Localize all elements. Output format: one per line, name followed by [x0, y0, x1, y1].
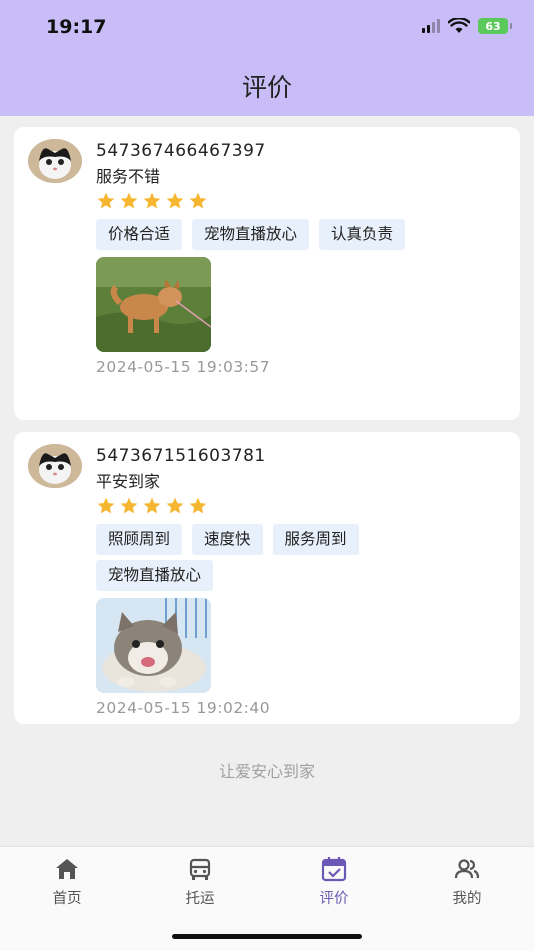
review-photo[interactable] — [96, 257, 211, 352]
car-icon — [189, 858, 211, 880]
tab-shipping[interactable]: 托运 — [160, 855, 240, 908]
review-tag: 速度快 — [192, 524, 263, 555]
review-photo[interactable] — [96, 598, 211, 693]
tab-home[interactable]: 首页 — [27, 855, 107, 908]
review-time: 2024-05-15 19:02:40 — [96, 699, 271, 717]
status-icons: 63 — [422, 18, 512, 34]
tab-reviews[interactable]: 评价 — [294, 855, 374, 908]
tab-label: 我的 — [452, 891, 482, 907]
tab-label: 评价 — [319, 891, 349, 907]
review-comment: 平安到家 — [96, 472, 161, 491]
signal-icon — [422, 19, 440, 33]
review-tag: 服务周到 — [272, 524, 359, 555]
review-tag: 认真负责 — [319, 219, 406, 250]
dog-photo — [96, 257, 211, 352]
tab-label: 首页 — [52, 891, 82, 907]
star-icon — [97, 497, 115, 514]
star-icon — [143, 497, 161, 514]
review-tag: 宠物直播放心 — [96, 560, 214, 591]
review-list: 547367466467397 服务不错 价格合适 宠物直播放心 认真负责 20… — [14, 127, 520, 736]
tag-list: 价格合适 宠物直播放心 认真负责 — [96, 219, 426, 255]
user-id: 547367151603781 — [96, 446, 266, 466]
home-indicator — [172, 934, 362, 939]
users-icon — [454, 859, 480, 879]
star-icon — [97, 192, 115, 209]
page-title: 评价 — [241, 73, 292, 102]
header: 19:17 63 评价 — [0, 0, 534, 116]
tag-list: 照顾周到 速度快 服务周到 宠物直播放心 — [96, 524, 426, 596]
star-icon — [189, 497, 207, 514]
star-icon — [166, 497, 184, 514]
review-comment: 服务不错 — [96, 167, 161, 186]
review-card: 547367466467397 服务不错 价格合适 宠物直播放心 认真负责 20… — [14, 127, 520, 420]
star-icon — [166, 192, 184, 209]
star-rating — [96, 496, 508, 518]
star-icon — [120, 192, 138, 209]
review-time: 2024-05-15 19:03:57 — [96, 358, 271, 376]
review-tag: 照顾周到 — [96, 524, 183, 555]
calendar-check-icon — [321, 857, 347, 882]
star-icon — [189, 192, 207, 209]
battery-level: 63 — [485, 19, 501, 33]
tab-profile[interactable]: 我的 — [427, 855, 507, 908]
review-card: 547367151603781 平安到家 照顾周到 速度快 服务周到 宠物直播放… — [14, 432, 520, 724]
slogan: 让爱安心到家 — [218, 762, 315, 781]
star-icon — [143, 192, 161, 209]
star-icon — [120, 497, 138, 514]
user-id: 547367466467397 — [96, 141, 266, 161]
wifi-icon — [448, 18, 470, 33]
tab-label: 托运 — [185, 891, 215, 907]
avatar — [28, 444, 82, 488]
status-time: 19:17 — [46, 16, 107, 38]
home-icon — [56, 859, 78, 879]
avatar — [28, 139, 82, 183]
review-tag: 价格合适 — [96, 219, 183, 250]
review-tag: 宠物直播放心 — [192, 219, 310, 250]
kitten-photo — [96, 598, 211, 693]
battery-icon: 63 — [478, 18, 512, 34]
star-rating — [96, 191, 508, 213]
